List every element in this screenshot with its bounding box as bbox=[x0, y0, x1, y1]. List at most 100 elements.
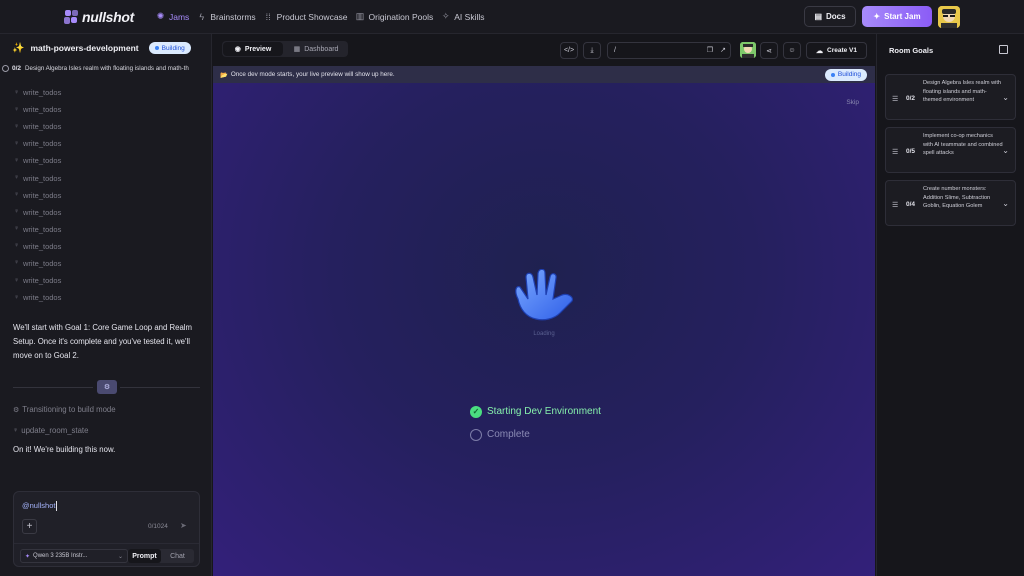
tool-call-label: write_todos bbox=[23, 224, 62, 234]
transition-text: Transitioning to build mode bbox=[22, 405, 116, 414]
mode-divider: ⚙ bbox=[13, 380, 200, 394]
tool-call-item[interactable]: ♀ write_todos bbox=[14, 187, 61, 204]
skip-button[interactable]: Skip bbox=[846, 99, 859, 106]
tool-call-label: write_todos bbox=[23, 258, 62, 268]
sidebar-toggle-icon[interactable] bbox=[999, 45, 1008, 54]
checklist-icon: ☰ bbox=[892, 202, 899, 209]
tool-call-item[interactable]: ♀ write_todos bbox=[14, 272, 61, 289]
nav-label: Brainstorms bbox=[210, 11, 256, 22]
sparkles-icon: ✧ bbox=[441, 11, 450, 21]
lightbulb-icon: ♀ bbox=[14, 225, 20, 233]
bar-chart-icon: ▥ bbox=[355, 11, 365, 21]
start-jam-button[interactable]: ✦ Start Jam bbox=[862, 6, 932, 27]
tool-call-item[interactable]: ♀ update_room_state bbox=[13, 426, 88, 435]
status-dot bbox=[830, 72, 835, 77]
goal-card[interactable]: ☰ 0/5 Implement co-op mechanics with AI … bbox=[885, 127, 1016, 173]
user-plus-icon: ☺ bbox=[788, 47, 796, 54]
tool-call-item[interactable]: ♀ write_todos bbox=[14, 238, 61, 255]
tool-call-item[interactable]: ♀ write_todos bbox=[14, 101, 61, 118]
goal-card[interactable]: ☰ 0/4 Create number monsters: Addition S… bbox=[885, 180, 1016, 226]
tool-call-item[interactable]: ♀ write_todos bbox=[14, 289, 61, 306]
tool-call-label: write_todos bbox=[23, 241, 62, 251]
user-avatar[interactable] bbox=[938, 6, 960, 28]
add-attachment-button[interactable]: + bbox=[22, 519, 37, 534]
sparkle-icon: ✨ bbox=[12, 42, 25, 54]
goal-card[interactable]: ☰ 0/2 Design Algebra Isles realm with fl… bbox=[885, 74, 1016, 120]
nav-label: AI Skills bbox=[454, 11, 485, 22]
tool-call-item[interactable]: ♀ write_todos bbox=[14, 204, 61, 221]
lightning-icon: ϟ bbox=[199, 11, 205, 22]
nullshot-logo[interactable]: nullshot bbox=[64, 9, 150, 25]
tool-call-label: write_todos bbox=[23, 293, 62, 303]
goal-count: 0/4 bbox=[906, 201, 916, 208]
lightbulb-icon: ♀ bbox=[14, 105, 20, 113]
nav-item-brainstorms[interactable]: ϟ Brainstorms bbox=[196, 11, 255, 22]
url-value: / bbox=[614, 47, 616, 54]
goal-count: 0/2 bbox=[906, 95, 916, 102]
code-view-button[interactable]: </> bbox=[560, 42, 578, 59]
chat-mode-tab[interactable]: Chat bbox=[161, 549, 194, 563]
share-button[interactable]: ⋖ bbox=[760, 42, 778, 59]
tab-dashboard[interactable]: ▦ Dashboard bbox=[284, 41, 348, 57]
nav-label: Origination Pools bbox=[368, 11, 434, 22]
tool-call-item[interactable]: ♀ write_todos bbox=[14, 84, 61, 101]
waving-hand-icon bbox=[515, 269, 573, 321]
goal-count: 0/2 bbox=[12, 64, 22, 72]
share-icon: ⋖ bbox=[766, 47, 772, 55]
avatar-image bbox=[740, 42, 756, 58]
tool-call-item[interactable]: ♀ write_todos bbox=[14, 135, 61, 152]
step-item: ✓ Starting Dev Environment bbox=[470, 400, 601, 423]
divider-line bbox=[13, 387, 93, 388]
tool-call-label: write_todos bbox=[23, 139, 62, 149]
current-goal-bar[interactable]: 0/2 Design Algebra Isles realm with floa… bbox=[0, 62, 211, 74]
collaborator-avatar[interactable] bbox=[740, 42, 756, 58]
docs-button[interactable]: ▤ Docs bbox=[804, 6, 856, 27]
create-version-button[interactable]: ☁ Create V1 bbox=[806, 42, 867, 59]
chevron-down-icon[interactable]: ⌄ bbox=[1002, 146, 1009, 155]
nav-item-jams[interactable]: ✺ Jams bbox=[155, 11, 190, 22]
tool-call-item[interactable]: ♀ write_todos bbox=[14, 152, 61, 169]
tab-label: Dashboard bbox=[304, 45, 339, 53]
chevron-down-icon[interactable]: ⌄ bbox=[1002, 93, 1009, 102]
chevron-down-icon[interactable]: ⌄ bbox=[1002, 199, 1009, 208]
prompt-mode-tab[interactable]: Prompt bbox=[128, 549, 161, 563]
eye-icon: ◉ bbox=[234, 46, 241, 53]
download-button[interactable]: ⤓ bbox=[583, 42, 601, 59]
goal-text: Design Algebra Isles realm with floating… bbox=[923, 80, 1002, 104]
chat-input[interactable]: @nullshot bbox=[22, 501, 58, 512]
invite-user-button[interactable]: ☺ bbox=[783, 42, 801, 59]
tool-call-label: write_todos bbox=[23, 105, 62, 115]
grid-icon: ⁞⁞ bbox=[265, 11, 271, 22]
step-item: Complete bbox=[470, 423, 601, 446]
room-header: ✨ math-powers-development Building bbox=[0, 34, 211, 62]
goal-text: Implement co-op mechanics with AI teamma… bbox=[923, 133, 1003, 157]
live-preview-area: 📂 Once dev mode starts, your live previe… bbox=[213, 66, 875, 576]
preview-url-bar[interactable]: / ❐ ↗ bbox=[607, 42, 731, 59]
lightbulb-icon: ♀ bbox=[14, 174, 20, 182]
cloud-upload-icon: ☁ bbox=[816, 47, 823, 55]
setup-steps: ✓ Starting Dev Environment Complete bbox=[470, 400, 601, 446]
tab-preview[interactable]: ◉ Preview bbox=[223, 42, 283, 56]
tool-call-item[interactable]: ♀ write_todos bbox=[14, 255, 61, 272]
copy-icon[interactable]: ❐ bbox=[707, 46, 713, 54]
preview-notice-bar: 📂 Once dev mode starts, your live previe… bbox=[213, 66, 875, 83]
char-count: 0/1024 bbox=[148, 523, 168, 530]
tool-call-item[interactable]: ♀ write_todos bbox=[14, 169, 61, 186]
model-selector[interactable]: ✦ Qwen 3 235B Instr... ⌄ bbox=[20, 549, 128, 563]
loading-label: Loading bbox=[533, 331, 555, 337]
dashboard-icon: ▦ bbox=[293, 46, 301, 53]
tool-call-item[interactable]: ♀ write_todos bbox=[14, 118, 61, 135]
logo-icon bbox=[64, 9, 78, 24]
system-transition-line: ⚙ Transitioning to build mode bbox=[13, 405, 116, 414]
nav-item-ai-skills[interactable]: ✧ AI Skills bbox=[440, 11, 485, 22]
progress-circle-icon bbox=[2, 64, 9, 72]
nav-item-product-showcase[interactable]: ⁞⁞ Product Showcase bbox=[263, 11, 348, 22]
nav-item-origination-pools[interactable]: ▥ Origination Pools bbox=[355, 11, 434, 22]
tool-call-label: update_room_state bbox=[21, 426, 89, 435]
gear-icon: ⚙ bbox=[13, 406, 20, 414]
step-label: Complete bbox=[487, 429, 530, 440]
external-link-icon[interactable]: ↗ bbox=[720, 46, 726, 54]
tool-call-item[interactable]: ♀ write_todos bbox=[14, 221, 61, 238]
tool-call-label: write_todos bbox=[23, 276, 62, 286]
send-icon[interactable]: ➤ bbox=[180, 521, 187, 530]
